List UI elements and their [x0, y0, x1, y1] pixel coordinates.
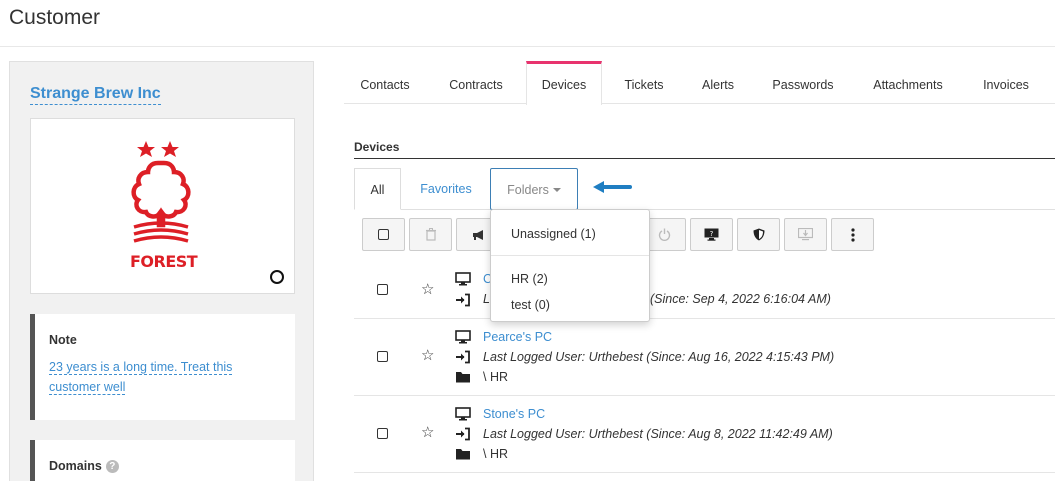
- monitor-icon: [455, 407, 471, 421]
- title-divider: [0, 46, 1055, 47]
- tab-passwords[interactable]: Passwords: [758, 61, 848, 104]
- help-icon[interactable]: ?: [105, 460, 119, 473]
- forest-tree-logo-icon: [131, 141, 191, 243]
- device-folder-path: \ HR: [483, 447, 508, 461]
- remote-help-button[interactable]: ?: [690, 218, 733, 251]
- device-name-link[interactable]: Pearce's PC: [483, 330, 552, 344]
- remote-desktop-icon: ?: [704, 228, 719, 241]
- favorite-star-icon[interactable]: ☆: [421, 425, 434, 441]
- note-heading: Note: [49, 333, 77, 347]
- trash-icon: [425, 228, 436, 241]
- logo-wordmark: FOREST: [130, 252, 198, 271]
- note-card: Note 23 years is a long time. Treat this…: [30, 314, 295, 420]
- last-logged-user-text: (Since: Sep 4, 2022 6:16:04 AM): [650, 292, 831, 306]
- favorite-star-icon[interactable]: ☆: [421, 282, 434, 298]
- section-divider: [354, 158, 1055, 159]
- tab-attachments[interactable]: Attachments: [856, 61, 960, 104]
- login-icon: [456, 293, 470, 307]
- customer-tabs: Contacts Contracts Devices Tickets Alert…: [344, 61, 1055, 105]
- monitor-icon: [455, 272, 471, 286]
- device-name-link[interactable]: Stone's PC: [483, 407, 545, 421]
- caret-down-icon: [552, 188, 561, 192]
- row-divider: [354, 318, 1055, 319]
- login-icon: [456, 427, 470, 441]
- note-text[interactable]: 23 years is a long time. Treat this cust…: [49, 357, 249, 397]
- folder-option-test[interactable]: test (0): [511, 298, 550, 312]
- more-vertical-icon: [850, 227, 855, 242]
- row-checkbox[interactable]: [377, 428, 388, 439]
- last-logged-prefix: L: [483, 292, 490, 306]
- folder-option-unassigned[interactable]: Unassigned (1): [511, 227, 596, 241]
- folder-icon: [456, 449, 470, 460]
- domains-heading-label: Domains: [49, 459, 102, 473]
- company-logo-panel: FOREST: [30, 118, 295, 294]
- tab-devices[interactable]: Devices: [526, 61, 602, 105]
- device-folder-path: \ HR: [483, 370, 508, 384]
- last-logged-user-text: Last Logged User: Urthebest (Since: Aug …: [483, 350, 835, 364]
- download-to-screen-icon: [798, 228, 813, 241]
- tab-contacts[interactable]: Contacts: [344, 61, 426, 104]
- dropdown-divider: [491, 255, 649, 256]
- folders-label: Folders: [507, 183, 549, 197]
- last-logged-user-text: Last Logged User: Urthebest (Since: Aug …: [483, 427, 833, 441]
- megaphone-icon: [472, 229, 483, 240]
- shield-icon: [753, 228, 764, 241]
- domains-heading: Domains?: [49, 459, 119, 473]
- company-name-link[interactable]: Strange Brew Inc: [30, 84, 161, 105]
- select-all-button[interactable]: [362, 218, 405, 251]
- note-text-value[interactable]: 23 years is a long time. Treat this cust…: [49, 360, 233, 395]
- pointer-arrow-icon: [593, 181, 632, 193]
- folder-icon: [456, 372, 470, 383]
- delete-button[interactable]: [409, 218, 452, 251]
- tab-tickets[interactable]: Tickets: [610, 61, 678, 104]
- tab-contracts[interactable]: Contracts: [434, 61, 518, 104]
- more-options-button[interactable]: [831, 218, 874, 251]
- folders-dropdown-toggle[interactable]: Folders: [490, 168, 578, 210]
- customer-sidebar: Strange Brew Inc FOREST Note 23 years is…: [9, 61, 314, 481]
- checkbox-icon[interactable]: [378, 229, 389, 240]
- row-checkbox[interactable]: [377, 284, 388, 295]
- monitor-icon: [455, 330, 471, 344]
- security-button[interactable]: [737, 218, 780, 251]
- folders-dropdown-menu: Unassigned (1) HR (2) test (0): [490, 209, 650, 322]
- subtab-favorites[interactable]: Favorites: [409, 168, 483, 210]
- devices-section-title: Devices: [354, 140, 400, 154]
- subtab-all[interactable]: All: [354, 168, 401, 210]
- domains-card: Domains?: [30, 440, 295, 481]
- logo-select-radio[interactable]: [270, 270, 284, 284]
- row-divider: [354, 472, 1055, 473]
- tab-invoices[interactable]: Invoices: [968, 61, 1044, 104]
- favorite-star-icon[interactable]: ☆: [421, 348, 434, 364]
- login-icon: [456, 350, 470, 364]
- row-divider: [354, 395, 1055, 396]
- row-checkbox[interactable]: [377, 351, 388, 362]
- power-icon: [658, 228, 671, 241]
- page-title: Customer: [9, 6, 101, 29]
- svg-text:?: ?: [710, 230, 714, 238]
- folder-option-hr[interactable]: HR (2): [511, 272, 548, 286]
- tab-alerts[interactable]: Alerts: [686, 61, 750, 104]
- deploy-button[interactable]: [784, 218, 827, 251]
